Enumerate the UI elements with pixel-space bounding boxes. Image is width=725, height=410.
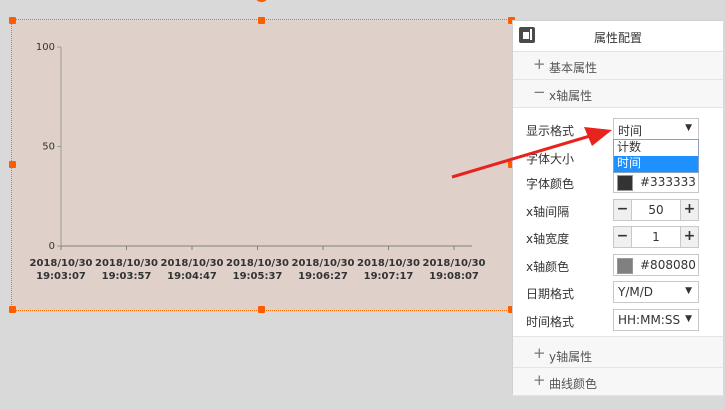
y-tick-label: 0	[49, 241, 55, 252]
panel-header: 属性配置	[513, 21, 723, 52]
stepper-value[interactable]: 50	[632, 203, 680, 217]
display-format-row: 显示格式 时间 ▼ 计数 时间	[513, 118, 724, 173]
x-tick-label-time: 19:04:47	[167, 271, 217, 282]
section-label: 曲线颜色	[549, 377, 598, 391]
xaxis-width-stepper: − 1 +	[613, 226, 699, 248]
selected-chart-widget[interactable]: 0 50 100 2018/10/30 19:03:07 2018/10/30 19:03:…	[11, 19, 513, 311]
select-value: Y/M/D	[618, 285, 654, 299]
dropdown-option-time[interactable]: 时间	[614, 156, 698, 172]
y-tick-label: 100	[36, 42, 55, 53]
chevron-down-icon: ▼	[685, 286, 692, 296]
font-color-picker[interactable]: #333333	[613, 171, 699, 193]
xaxis-color-picker[interactable]: #808080	[613, 254, 699, 276]
xaxis-properties-body: 显示格式 时间 ▼ 计数 时间 字体大小 字体颜色 #333333 x轴间隔 −…	[513, 108, 723, 337]
chevron-down-icon: ▼	[685, 123, 692, 133]
decrement-button[interactable]: −	[614, 200, 632, 220]
increment-button[interactable]: +	[680, 227, 698, 247]
color-swatch[interactable]	[617, 175, 633, 191]
font-color-row: 字体颜色 #333333	[513, 171, 724, 195]
resize-handle-middle-left[interactable]	[9, 161, 16, 168]
section-yaxis-properties[interactable]: + y轴属性	[513, 337, 723, 368]
section-label: 基本属性	[549, 61, 598, 75]
x-tick-label-date: 2018/10/30	[95, 258, 158, 269]
xaxis-width-row: x轴宽度 − 1 +	[513, 226, 724, 250]
time-format-row: 时间格式 HH:MM:SS ▼	[513, 309, 724, 333]
time-format-select[interactable]: HH:MM:SS ▼	[613, 309, 699, 331]
xaxis-color-row: x轴颜色 #808080	[513, 254, 724, 278]
rotate-icon[interactable]	[254, 0, 270, 4]
line-chart: 0 50 100 2018/10/30 19:03:07 2018/10/30 19:03:…	[30, 42, 486, 282]
expand-icon: +	[533, 371, 546, 389]
x-tick-label-time: 19:07:17	[364, 271, 414, 282]
expand-icon: +	[533, 55, 546, 73]
color-swatch[interactable]	[617, 258, 633, 274]
font-size-label: 字体大小	[526, 152, 575, 166]
x-tick-label-date: 2018/10/30	[357, 258, 420, 269]
color-value: #808080	[640, 258, 696, 272]
property-panel: 属性配置 + 基本属性 − x轴属性 显示格式 时间 ▼ 计数 时间 字体大小 …	[512, 20, 723, 396]
color-value: #333333	[640, 175, 696, 189]
font-color-label: 字体颜色	[526, 177, 575, 191]
x-tick-label-time: 19:05:37	[233, 271, 283, 282]
display-format-label: 显示格式	[526, 124, 575, 138]
design-canvas[interactable]: 0 50 100 2018/10/30 19:03:07 2018/10/30 19:03:…	[0, 0, 515, 410]
section-curve-color[interactable]: + 曲线颜色	[513, 368, 723, 396]
xaxis-width-label: x轴宽度	[526, 232, 570, 246]
display-format-select[interactable]: 时间 ▼	[613, 118, 699, 140]
section-label: y轴属性	[549, 350, 593, 364]
x-tick-label-date: 2018/10/30	[161, 258, 224, 269]
x-tick-label-time: 19:06:27	[298, 271, 348, 282]
y-tick-label: 50	[42, 142, 55, 153]
xaxis-interval-stepper: − 50 +	[613, 199, 699, 221]
x-tick-label-time: 19:08:07	[429, 271, 479, 282]
expand-icon: +	[533, 344, 546, 362]
date-format-select[interactable]: Y/M/D ▼	[613, 281, 699, 303]
select-value: HH:MM:SS	[618, 313, 681, 327]
xaxis-interval-label: x轴间隔	[526, 205, 570, 219]
x-tick-label-date: 2018/10/30	[423, 258, 486, 269]
chevron-down-icon: ▼	[685, 314, 692, 324]
section-xaxis-properties[interactable]: − x轴属性	[513, 80, 723, 108]
decrement-button[interactable]: −	[614, 227, 632, 247]
xaxis-interval-row: x轴间隔 − 50 +	[513, 199, 724, 223]
date-format-row: 日期格式 Y/M/D ▼	[513, 281, 724, 305]
date-format-label: 日期格式	[526, 287, 575, 301]
x-tick-label-date: 2018/10/30	[226, 258, 289, 269]
dropdown-option-count[interactable]: 计数	[614, 140, 698, 156]
resize-handle-bottom-left[interactable]	[9, 306, 16, 313]
panel-title: 属性配置	[593, 31, 642, 45]
time-format-label: 时间格式	[526, 315, 575, 329]
resize-handle-top-left[interactable]	[9, 17, 16, 24]
xaxis-color-label: x轴颜色	[526, 260, 570, 274]
x-tick-label-date: 2018/10/30	[292, 258, 355, 269]
stepper-value[interactable]: 1	[632, 230, 680, 244]
resize-handle-top-middle[interactable]	[258, 17, 265, 24]
x-tick-label-time: 19:03:07	[36, 271, 86, 282]
increment-button[interactable]: +	[680, 200, 698, 220]
display-format-dropdown: 计数 时间	[613, 139, 699, 173]
x-tick-label-date: 2018/10/30	[30, 258, 93, 269]
select-value: 时间	[618, 124, 643, 138]
collapse-icon: −	[533, 83, 546, 101]
section-basic-properties[interactable]: + 基本属性	[513, 52, 723, 80]
section-label: x轴属性	[549, 89, 593, 103]
resize-handle-bottom-middle[interactable]	[258, 306, 265, 313]
x-tick-label-time: 19:03:57	[102, 271, 152, 282]
